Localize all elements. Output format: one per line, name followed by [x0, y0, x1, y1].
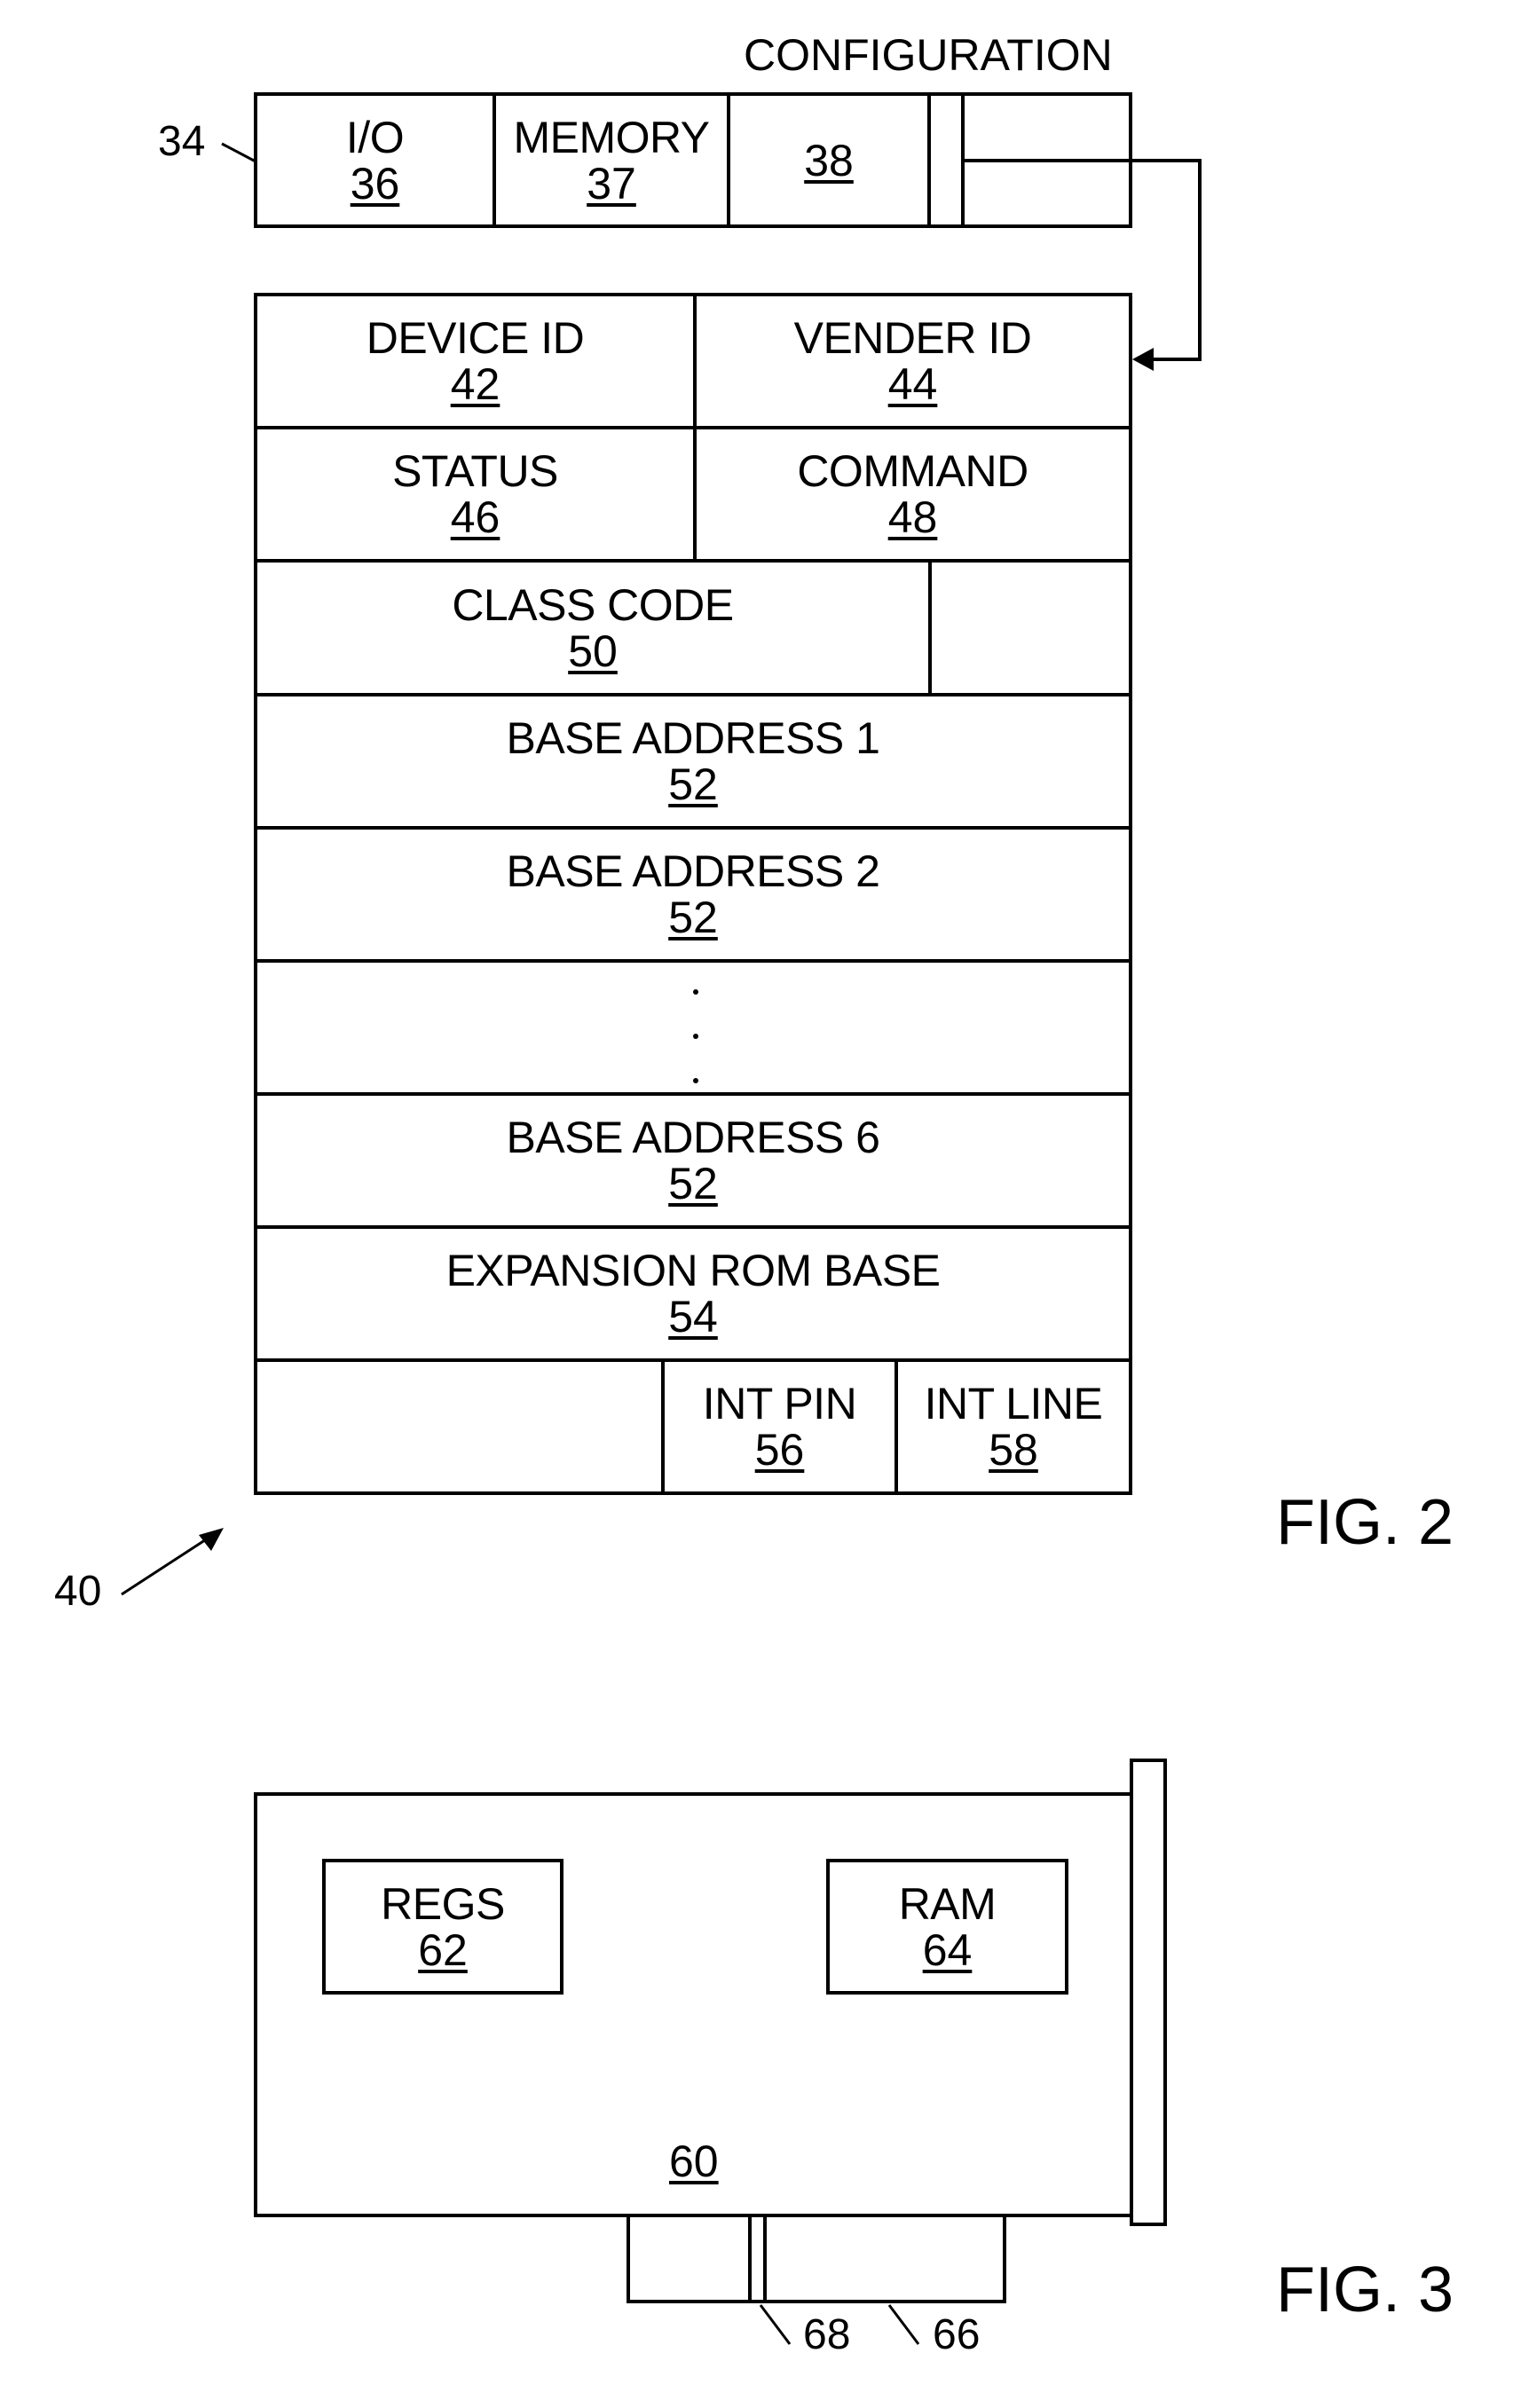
register-label: VENDER ID [793, 313, 1032, 363]
ram-ref: 64 [922, 1924, 973, 1975]
register-status: STATUS 46 [256, 428, 695, 561]
register-device-id: DEVICE ID 42 [256, 295, 695, 428]
pointer-arrowhead [1132, 348, 1154, 371]
card-ref-60: 60 [669, 2137, 719, 2186]
ram-block: RAM 64 [828, 1861, 1067, 1993]
register-label: EXPANSION ROM BASE [445, 1246, 941, 1295]
leader-40 [121, 1533, 214, 1596]
register-label: BASE ADDRESS 1 [506, 713, 880, 763]
field-ref: 36 [350, 158, 400, 209]
ref-label-40: 40 [54, 1568, 102, 1615]
ref-label-34: 34 [158, 118, 206, 165]
register-int-pin: INT PIN 56 [663, 1360, 896, 1493]
leader-68 [759, 2304, 792, 2345]
field-ref: 38 [804, 135, 854, 185]
register-command: COMMAND 48 [695, 428, 1131, 561]
register-ref: 56 [754, 1425, 805, 1475]
register-class-code: CLASS CODE 50 [256, 561, 930, 695]
register-base-address-6: BASE ADDRESS 6 52 [256, 1094, 1131, 1227]
register-label: STATUS [392, 446, 558, 496]
register-label: COMMAND [797, 446, 1028, 496]
register-label: BASE ADDRESS 6 [506, 1113, 880, 1162]
fig-3-caption: FIG. 3 [1276, 2255, 1454, 2325]
regs-ref: 62 [418, 1924, 468, 1975]
regs-label: REGS [381, 1878, 505, 1929]
register-expansion-rom-base: EXPANSION ROM BASE 54 [256, 1227, 1131, 1360]
ellipsis-dot [693, 1034, 698, 1039]
register-ref: 52 [668, 1159, 718, 1208]
register-ref: 46 [450, 492, 500, 542]
register-ref: 44 [887, 359, 938, 409]
card-bracket [1130, 1759, 1167, 2226]
field-ref: 37 [587, 158, 636, 209]
field-label: MEMORY [513, 112, 710, 162]
fig-2-caption: FIG. 2 [1276, 1487, 1454, 1558]
register-int-line: INT LINE 58 [896, 1360, 1131, 1493]
register-label: DEVICE ID [366, 313, 585, 363]
register-label: INT LINE [924, 1379, 1103, 1428]
register-ref: 54 [668, 1292, 718, 1342]
register-ref: 52 [668, 759, 718, 809]
config-field-io: I/O 36 [256, 94, 494, 226]
config-field-memory: MEMORY 37 [494, 94, 729, 226]
register-label: BASE ADDRESS 2 [506, 846, 880, 896]
leader-34 [221, 142, 256, 163]
edge-connector [627, 2214, 1006, 2303]
register-vender-id: VENDER ID 44 [695, 295, 1131, 428]
ellipsis-dot [693, 989, 698, 995]
ref-label-66: 66 [933, 2311, 981, 2358]
register-ref: 48 [887, 492, 938, 542]
register-ref: 50 [568, 626, 618, 676]
field-label: I/O [345, 112, 405, 162]
regs-block: REGS 62 [324, 1861, 562, 1993]
ellipsis-dot [693, 1078, 698, 1083]
register-base-address-2: BASE ADDRESS 2 52 [256, 828, 1131, 961]
register-label: INT PIN [702, 1379, 857, 1428]
leader-40-arrowhead [199, 1528, 224, 1551]
leader-66 [887, 2304, 920, 2345]
register-ref: 58 [989, 1425, 1038, 1475]
ref-label-68: 68 [803, 2311, 851, 2358]
register-ref: 52 [668, 893, 718, 942]
configuration-title: CONFIGURATION [744, 30, 1113, 80]
ram-label: RAM [898, 1878, 997, 1929]
register-base-address-1: BASE ADDRESS 1 52 [256, 695, 1131, 828]
register-ref: 42 [450, 359, 500, 409]
config-field-38: 38 [729, 94, 929, 226]
register-label: CLASS CODE [452, 579, 734, 630]
